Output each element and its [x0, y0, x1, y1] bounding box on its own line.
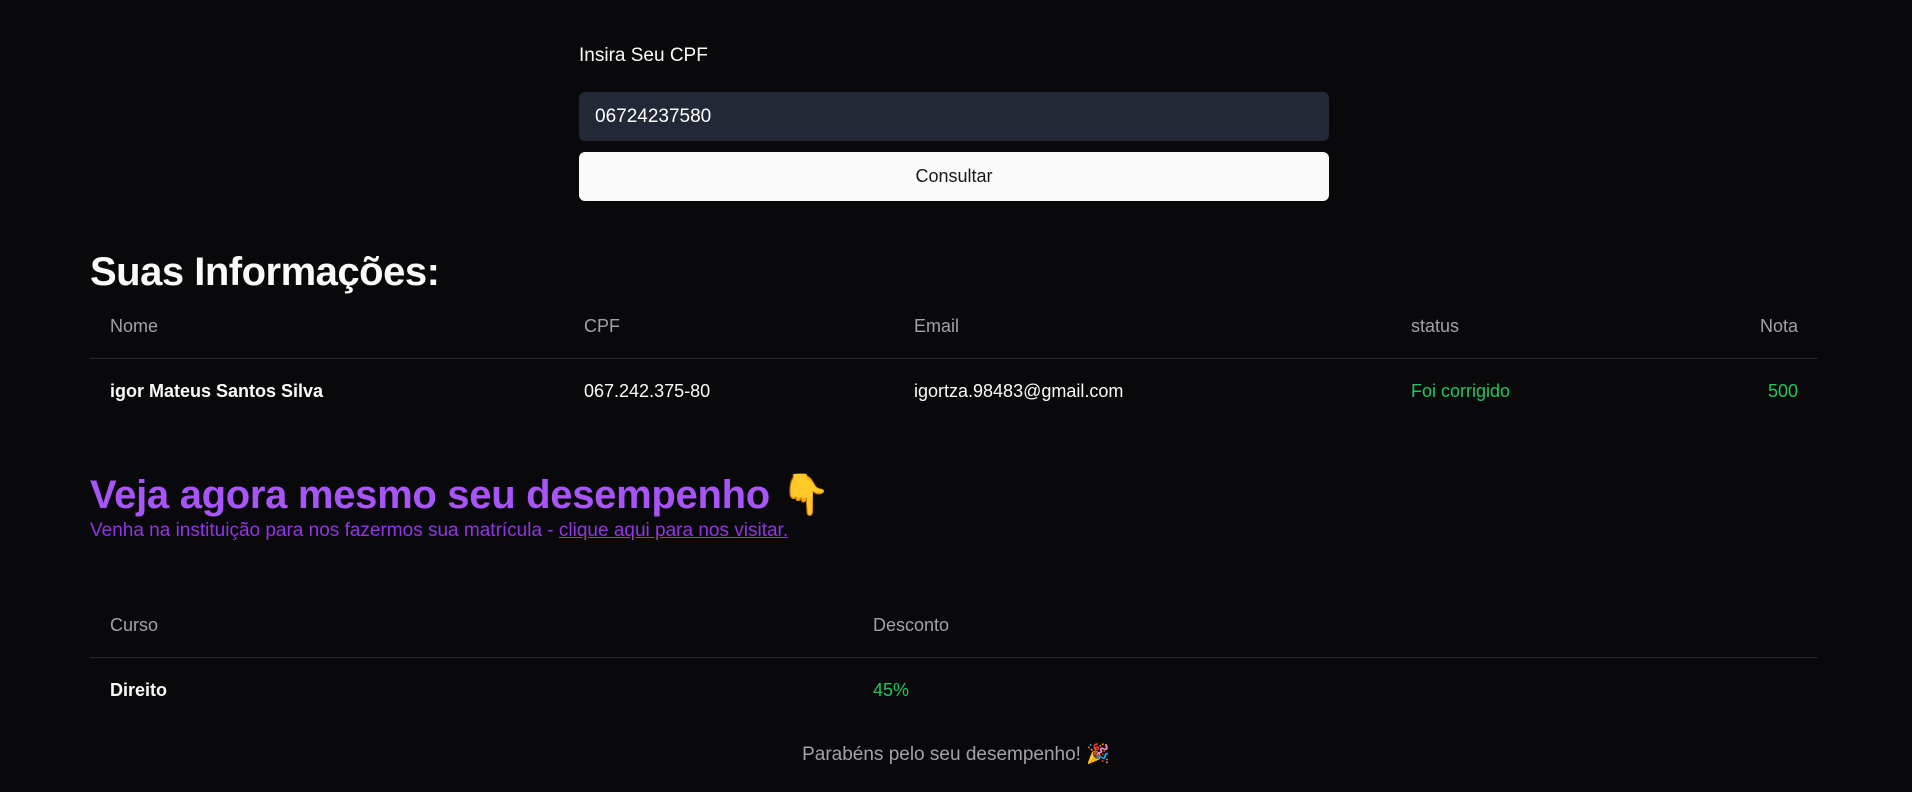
column-header-name: Nome	[110, 316, 159, 337]
consultar-button[interactable]: Consultar	[579, 152, 1329, 201]
visit-link[interactable]: clique aqui para nos visitar.	[559, 520, 788, 541]
cpf-input[interactable]	[579, 92, 1329, 141]
congrats-message: Parabéns pelo seu desempenho! 🎉	[802, 744, 1110, 765]
page: Insira Seu CPF Consultar Suas Informaçõe…	[0, 0, 1912, 792]
performance-subtitle: Venha na instituição para nos fazermos s…	[90, 520, 788, 542]
info-title: Suas Informações:	[90, 250, 440, 294]
table-row: igor Mateus Santos Silva 067.242.375-80 …	[90, 358, 1818, 424]
performance-subtitle-text: Venha na instituição para nos fazermos s…	[90, 520, 559, 541]
cpf-form: Insira Seu CPF Consultar	[579, 44, 1329, 201]
column-header-cpf: CPF	[584, 316, 620, 337]
cell-name: igor Mateus Santos Silva	[110, 380, 324, 401]
column-header-course: Curso	[110, 615, 159, 636]
column-header-discount: Desconto	[873, 615, 950, 636]
column-header-score: Nota	[1759, 316, 1798, 337]
info-table-header: Nome CPF Email status Nota	[90, 296, 1818, 358]
cell-email: igortza.98483@gmail.com	[914, 380, 1124, 401]
column-header-status: status	[1411, 316, 1460, 337]
performance-title: Veja agora mesmo seu desempenho 👇	[90, 473, 831, 517]
cpf-label: Insira Seu CPF	[579, 45, 708, 66]
cell-cpf: 067.242.375-80	[584, 380, 711, 401]
column-header-email: Email	[914, 316, 960, 337]
cell-score: 500	[1767, 380, 1798, 401]
cell-discount: 45%	[873, 679, 910, 700]
cell-status: Foi corrigido	[1411, 380, 1511, 401]
table-row: Direito 45%	[90, 657, 1818, 723]
course-table: Curso Desconto Direito 45%	[90, 595, 1818, 723]
course-table-header: Curso Desconto	[90, 595, 1818, 657]
info-table: Nome CPF Email status Nota igor Mateus S…	[90, 296, 1818, 424]
cell-course: Direito	[110, 679, 168, 700]
